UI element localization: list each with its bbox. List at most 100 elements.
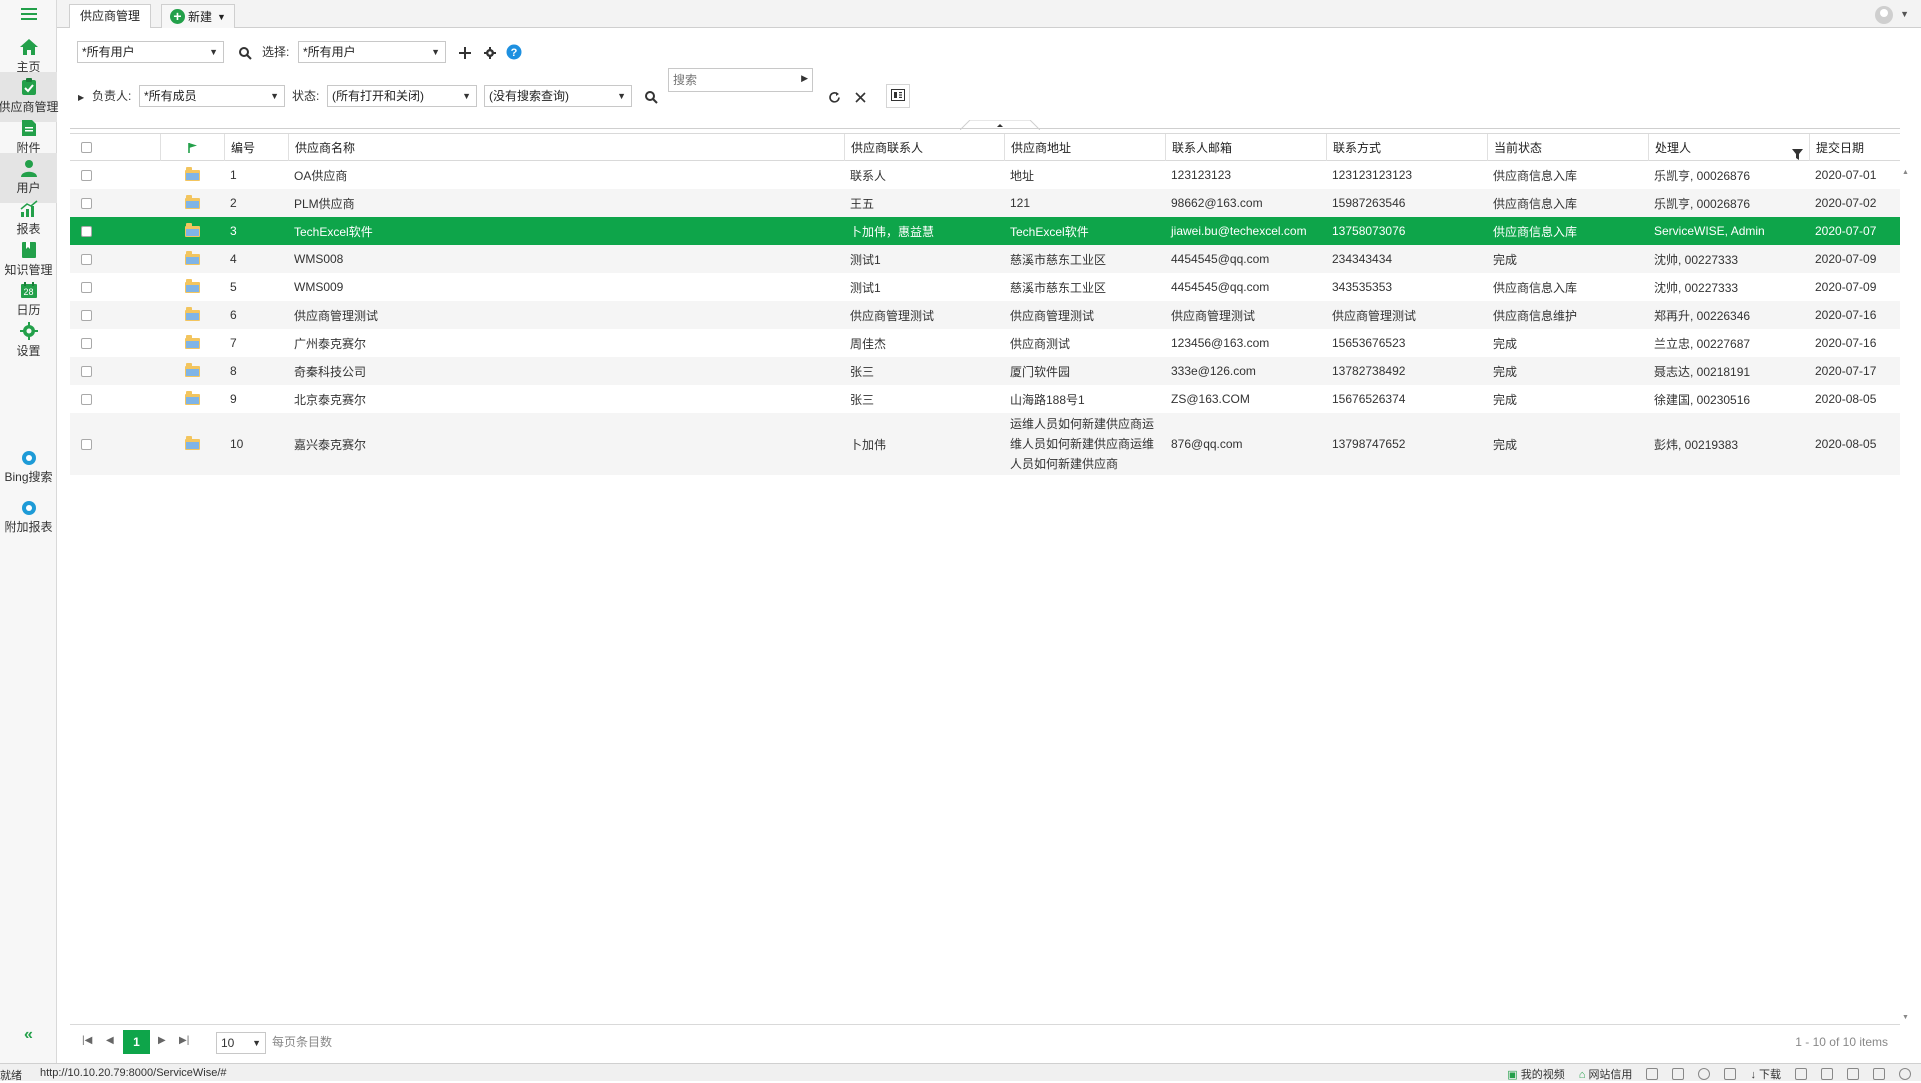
clear-icon[interactable] bbox=[852, 89, 868, 105]
search-input[interactable] bbox=[669, 69, 794, 91]
hamburger-menu-icon[interactable] bbox=[0, 0, 57, 28]
search-go-icon[interactable]: ▶ bbox=[801, 73, 808, 84]
table-row[interactable]: 3 TechExcel软件 卜加伟，惠益慧 TechExcel软件 jiawei.bu@… bbox=[70, 217, 1900, 245]
row-checkbox[interactable] bbox=[70, 161, 160, 189]
row-folder[interactable] bbox=[160, 273, 224, 301]
refresh-icon[interactable] bbox=[826, 89, 842, 105]
row-folder[interactable] bbox=[160, 329, 224, 357]
settings-icon[interactable] bbox=[482, 45, 498, 61]
table-row[interactable]: 7 广州泰克赛尔 周佳杰 供应商测试 123456@163.com 15653676523… bbox=[70, 329, 1900, 357]
status-select[interactable]: (所有打开和关闭) ▼ bbox=[327, 85, 477, 107]
sidebar-item-bing-search[interactable]: Bing搜索 bbox=[0, 444, 57, 494]
select-label: 选择: bbox=[262, 45, 290, 59]
brush-icon[interactable] bbox=[1724, 1068, 1737, 1080]
image-icon[interactable] bbox=[1672, 1068, 1685, 1080]
column-layout-button[interactable] bbox=[886, 84, 910, 108]
cell-phone: 15987263546 bbox=[1332, 196, 1406, 210]
row-folder[interactable] bbox=[160, 385, 224, 413]
video-button[interactable]: ▣ 我的视频 bbox=[1507, 1066, 1564, 1082]
folder-icon bbox=[184, 194, 200, 209]
row-checkbox[interactable] bbox=[70, 245, 160, 273]
row-checkbox[interactable] bbox=[70, 413, 160, 475]
user-select[interactable]: *所有用户 ▼ bbox=[77, 41, 224, 63]
expand-filter-icon[interactable]: ▶ bbox=[78, 85, 84, 109]
scroll-up-icon[interactable]: ▲ bbox=[1902, 169, 1909, 176]
checkbox-icon bbox=[81, 365, 92, 377]
cell-id: 1 bbox=[230, 168, 237, 182]
column-header-name[interactable]: 供应商名称 bbox=[288, 134, 844, 161]
avatar[interactable] bbox=[1875, 6, 1893, 24]
globe-icon[interactable] bbox=[1698, 1068, 1711, 1080]
select-all-checkbox[interactable] bbox=[70, 134, 160, 161]
table-row[interactable]: 9 北京泰克赛尔 张三 山海路188号1 ZS@163.COM 15676526374 完成… bbox=[70, 385, 1900, 413]
last-page-icon[interactable]: ▶| bbox=[179, 1035, 189, 1046]
new-button[interactable]: + 新建 ▼ bbox=[161, 4, 235, 28]
scrollbar[interactable]: ▲ ▼ bbox=[1900, 161, 1912, 1021]
search-icon[interactable] bbox=[237, 45, 253, 61]
column-header-status[interactable]: 当前状态 bbox=[1487, 134, 1648, 161]
row-folder[interactable] bbox=[160, 357, 224, 385]
zoom-icon[interactable] bbox=[1899, 1068, 1911, 1080]
row-folder[interactable] bbox=[160, 245, 224, 273]
shield-icon[interactable] bbox=[1646, 1068, 1659, 1080]
column-header-email[interactable]: 联系人邮箱 bbox=[1165, 134, 1326, 161]
cell-phone: 343535353 bbox=[1332, 280, 1393, 294]
new-label: 新建 bbox=[188, 9, 213, 24]
cell-contact: 张三 bbox=[850, 364, 875, 379]
collapse-sidebar-button[interactable]: « bbox=[0, 1026, 57, 1046]
page-button-current[interactable]: 1 bbox=[123, 1030, 150, 1054]
row-checkbox[interactable] bbox=[70, 357, 160, 385]
cell-status: 供应商信息入库 bbox=[1493, 224, 1578, 239]
download-button[interactable]: ↓ 下载 bbox=[1750, 1066, 1781, 1082]
screen-icon[interactable] bbox=[1821, 1068, 1833, 1080]
printer-icon[interactable] bbox=[1795, 1068, 1807, 1080]
table-row[interactable]: 2 PLM供应商 王五 121 98662@163.com 15987263546 供应商信… bbox=[70, 189, 1900, 217]
scroll-down-icon[interactable]: ▼ bbox=[1902, 1014, 1909, 1021]
tab-supplier-management[interactable]: 供应商管理 bbox=[69, 4, 152, 28]
column-header-handler[interactable]: 处理人 bbox=[1648, 134, 1809, 161]
table-row[interactable]: 4 WMS008 测试1 慈溪市慈东工业区 4454545@qq.com 23434343… bbox=[70, 245, 1900, 273]
prev-page-icon[interactable]: ◀ bbox=[106, 1035, 114, 1046]
table-row[interactable]: 10 嘉兴泰克赛尔 卜加伟 运维人员如何新建供应商运维人员如何新建供应商运维人员如何新… bbox=[70, 413, 1900, 475]
chevron-down-icon: ▼ bbox=[209, 47, 218, 57]
row-folder[interactable] bbox=[160, 217, 224, 245]
window-icon[interactable] bbox=[1847, 1068, 1859, 1080]
column-header-id[interactable]: 编号 bbox=[224, 134, 288, 161]
table-row[interactable]: 6 供应商管理测试 供应商管理测试 供应商管理测试 供应商管理测试 供应商管理测试 供应商信… bbox=[70, 301, 1900, 329]
sidebar-item-settings[interactable]: 设置 bbox=[0, 316, 57, 366]
column-header-contact[interactable]: 供应商联系人 bbox=[844, 134, 1004, 161]
row-folder[interactable] bbox=[160, 413, 224, 475]
cell-id: 8 bbox=[230, 364, 237, 378]
column-header-phone[interactable]: 联系方式 bbox=[1326, 134, 1487, 161]
cell-status: 完成 bbox=[1493, 336, 1518, 351]
table-row[interactable]: 5 WMS009 测试1 慈溪市慈东工业区 4454545@qq.com 34353535… bbox=[70, 273, 1900, 301]
row-folder[interactable] bbox=[160, 189, 224, 217]
row-checkbox[interactable] bbox=[70, 189, 160, 217]
query-select[interactable]: *所有用户 ▼ bbox=[298, 41, 446, 63]
next-page-icon[interactable]: ▶ bbox=[158, 1035, 166, 1046]
network-button[interactable]: ⌂ 网站信用 bbox=[1579, 1066, 1633, 1082]
saved-query-select[interactable]: (没有搜索查询) ▼ bbox=[484, 85, 632, 107]
row-checkbox[interactable] bbox=[70, 301, 160, 329]
row-checkbox[interactable] bbox=[70, 385, 160, 413]
search-field[interactable]: ▶ bbox=[668, 68, 813, 92]
help-icon[interactable]: ? bbox=[506, 44, 522, 60]
add-icon[interactable] bbox=[457, 45, 473, 61]
search-icon[interactable] bbox=[643, 89, 659, 105]
page-size-select[interactable]: 10 ▼ bbox=[216, 1032, 266, 1054]
row-checkbox[interactable] bbox=[70, 273, 160, 301]
column-header-date[interactable]: 提交日期 bbox=[1809, 134, 1921, 161]
column-header-address[interactable]: 供应商地址 bbox=[1004, 134, 1165, 161]
row-folder[interactable] bbox=[160, 161, 224, 189]
row-checkbox[interactable] bbox=[70, 329, 160, 357]
row-folder[interactable] bbox=[160, 301, 224, 329]
table-row[interactable]: 8 奇秦科技公司 张三 厦门软件园 333e@126.com 13782738492 完成 聂… bbox=[70, 357, 1900, 385]
table-row[interactable]: 1 OA供应商 联系人 地址 123123123 123123123123 供应商信息入库乐… bbox=[70, 161, 1900, 189]
row-checkbox[interactable] bbox=[70, 217, 160, 245]
tag-icon bbox=[21, 450, 37, 466]
chevron-down-icon[interactable]: ▼ bbox=[1900, 9, 1909, 19]
owner-select[interactable]: *所有成员 ▼ bbox=[139, 85, 285, 107]
sidebar-item-extra-reports[interactable]: 附加报表 bbox=[0, 494, 57, 544]
first-page-icon[interactable]: |◀ bbox=[82, 1035, 92, 1046]
volume-icon[interactable] bbox=[1873, 1068, 1885, 1080]
